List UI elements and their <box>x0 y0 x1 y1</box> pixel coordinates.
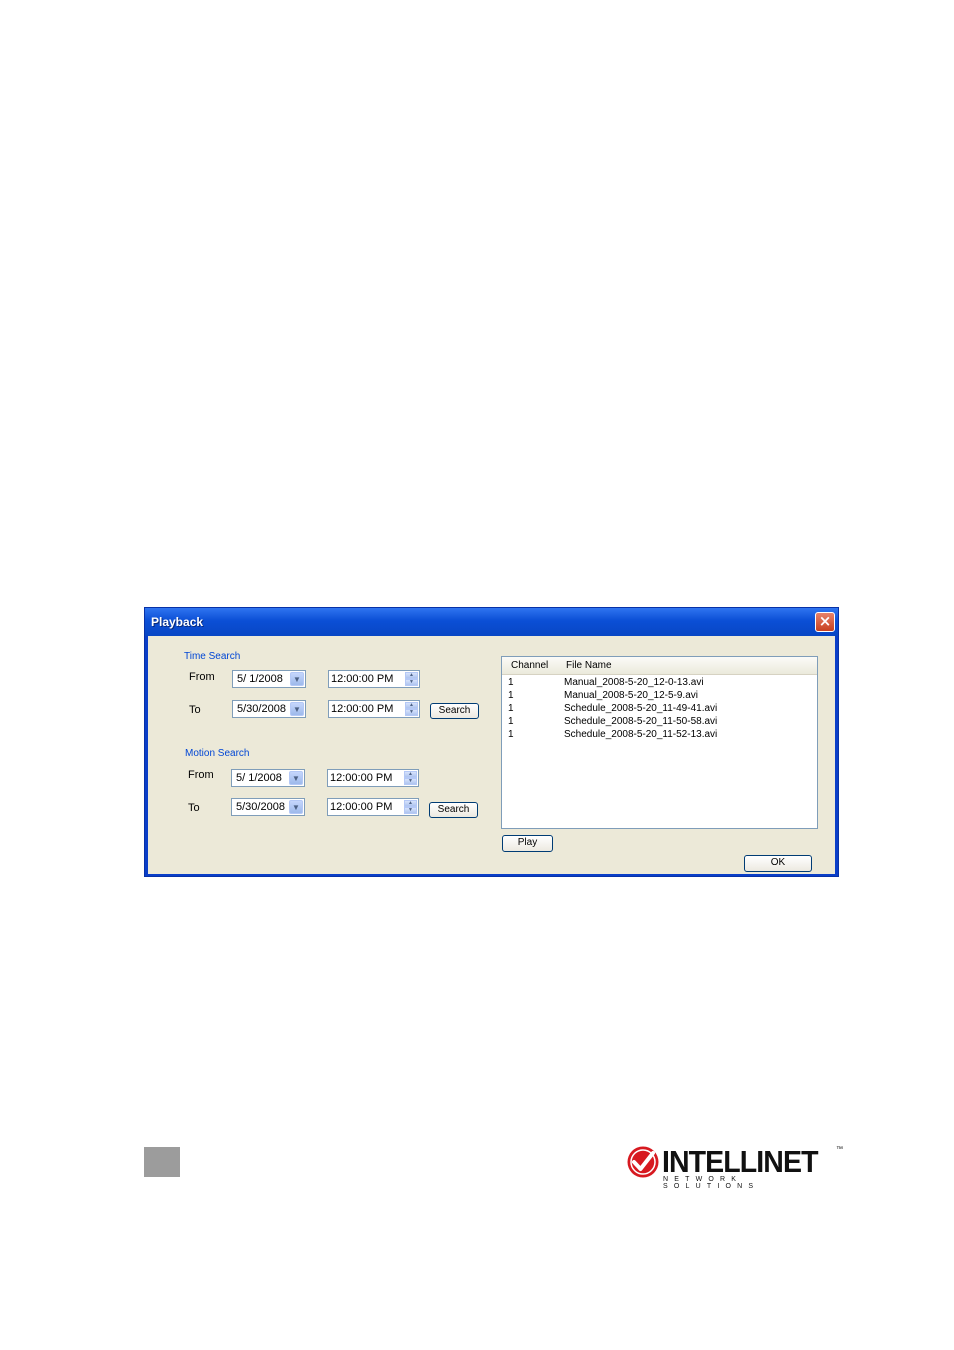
row-file-name: Manual_2008-5-20_12-0-13.avi <box>564 677 704 688</box>
spin-updown-icon[interactable]: ▲ ▼ <box>405 702 418 716</box>
column-header-file-name[interactable]: File Name <box>566 660 612 671</box>
logo-tagline: NETWORK SOLUTIONS <box>663 1176 760 1190</box>
dialog-body: Time Search From 5/ 1/2008 ▼ 12:00:00 PM… <box>148 636 835 874</box>
motion-search-to-time[interactable]: 12:00:00 PM ▲ ▼ <box>327 798 419 816</box>
chevron-down-icon[interactable]: ▼ <box>289 771 303 785</box>
motion-search-group-label: Motion Search <box>185 748 250 759</box>
file-list[interactable]: Channel File Name 1 Manual_2008-5-20_12-… <box>501 656 818 829</box>
title-bar[interactable]: Playback × <box>145 608 838 636</box>
motion-search-to-date-value: 5/30/2008 <box>236 801 285 813</box>
time-search-to-date-value: 5/30/2008 <box>237 703 286 715</box>
list-item[interactable]: 1 Manual_2008-5-20_12-5-9.avi <box>502 690 817 703</box>
time-search-to-date[interactable]: 5/30/2008 ▼ <box>232 700 306 718</box>
page-number-box <box>144 1147 180 1177</box>
list-item[interactable]: 1 Schedule_2008-5-20_11-49-41.avi <box>502 703 817 716</box>
play-button[interactable]: Play <box>502 835 553 852</box>
motion-search-from-label: From <box>188 769 214 781</box>
spin-updown-icon[interactable]: ▲ ▼ <box>404 771 417 785</box>
time-search-from-time-value: 12:00:00 PM <box>331 673 394 685</box>
logo-wordmark: INTELLINET <box>662 1144 819 1179</box>
motion-search-from-date[interactable]: 5/ 1/2008 ▼ <box>231 769 305 787</box>
checkmark-circle-icon <box>627 1146 659 1178</box>
time-search-to-time[interactable]: 12:00:00 PM ▲ ▼ <box>328 700 420 718</box>
chevron-down-icon[interactable]: ▼ <box>290 672 304 686</box>
close-icon[interactable]: × <box>815 612 835 632</box>
motion-search-to-date[interactable]: 5/30/2008 ▼ <box>231 798 305 816</box>
time-search-from-date[interactable]: 5/ 1/2008 ▼ <box>232 670 306 688</box>
motion-search-from-time-value: 12:00:00 PM <box>330 772 393 784</box>
row-channel: 1 <box>508 729 514 740</box>
playback-window: Playback × Time Search From 5/ 1/2008 ▼ … <box>144 607 839 877</box>
time-search-from-label: From <box>189 671 215 683</box>
motion-search-to-time-value: 12:00:00 PM <box>330 801 393 813</box>
motion-search-from-date-value: 5/ 1/2008 <box>236 772 282 784</box>
motion-search-button[interactable]: Search <box>429 802 478 818</box>
column-header-channel[interactable]: Channel <box>511 660 548 671</box>
list-item[interactable]: 1 Schedule_2008-5-20_11-50-58.avi <box>502 716 817 729</box>
intellinet-logo: INTELLINET ™ NETWORK SOLUTIONS <box>626 1143 846 1191</box>
row-file-name: Manual_2008-5-20_12-5-9.avi <box>564 690 698 701</box>
file-list-header: Channel File Name <box>502 657 817 675</box>
ok-button[interactable]: OK <box>744 855 812 872</box>
spin-updown-icon[interactable]: ▲ ▼ <box>404 800 417 814</box>
row-file-name: Schedule_2008-5-20_11-50-58.avi <box>564 716 718 727</box>
time-search-from-date-value: 5/ 1/2008 <box>237 673 283 685</box>
time-search-to-label: To <box>189 704 201 716</box>
motion-search-from-time[interactable]: 12:00:00 PM ▲ ▼ <box>327 769 419 787</box>
motion-search-to-label: To <box>188 802 200 814</box>
chevron-down-icon[interactable]: ▼ <box>289 800 303 814</box>
row-channel: 1 <box>508 703 514 714</box>
row-channel: 1 <box>508 690 514 701</box>
logo-trademark: ™ <box>836 1146 843 1153</box>
row-channel: 1 <box>508 716 514 727</box>
time-search-button[interactable]: Search <box>430 703 479 719</box>
time-search-from-time[interactable]: 12:00:00 PM ▲ ▼ <box>328 670 420 688</box>
spin-updown-icon[interactable]: ▲ ▼ <box>405 672 418 686</box>
window-title: Playback <box>151 615 204 629</box>
row-file-name: Schedule_2008-5-20_11-52-13.avi <box>564 729 718 740</box>
list-item[interactable]: 1 Schedule_2008-5-20_11-52-13.avi <box>502 729 817 742</box>
row-file-name: Schedule_2008-5-20_11-49-41.avi <box>564 703 718 714</box>
row-channel: 1 <box>508 677 514 688</box>
time-search-group-label: Time Search <box>184 651 241 662</box>
chevron-down-icon[interactable]: ▼ <box>290 702 304 716</box>
list-item[interactable]: 1 Manual_2008-5-20_12-0-13.avi <box>502 677 817 690</box>
time-search-to-time-value: 12:00:00 PM <box>331 703 394 715</box>
